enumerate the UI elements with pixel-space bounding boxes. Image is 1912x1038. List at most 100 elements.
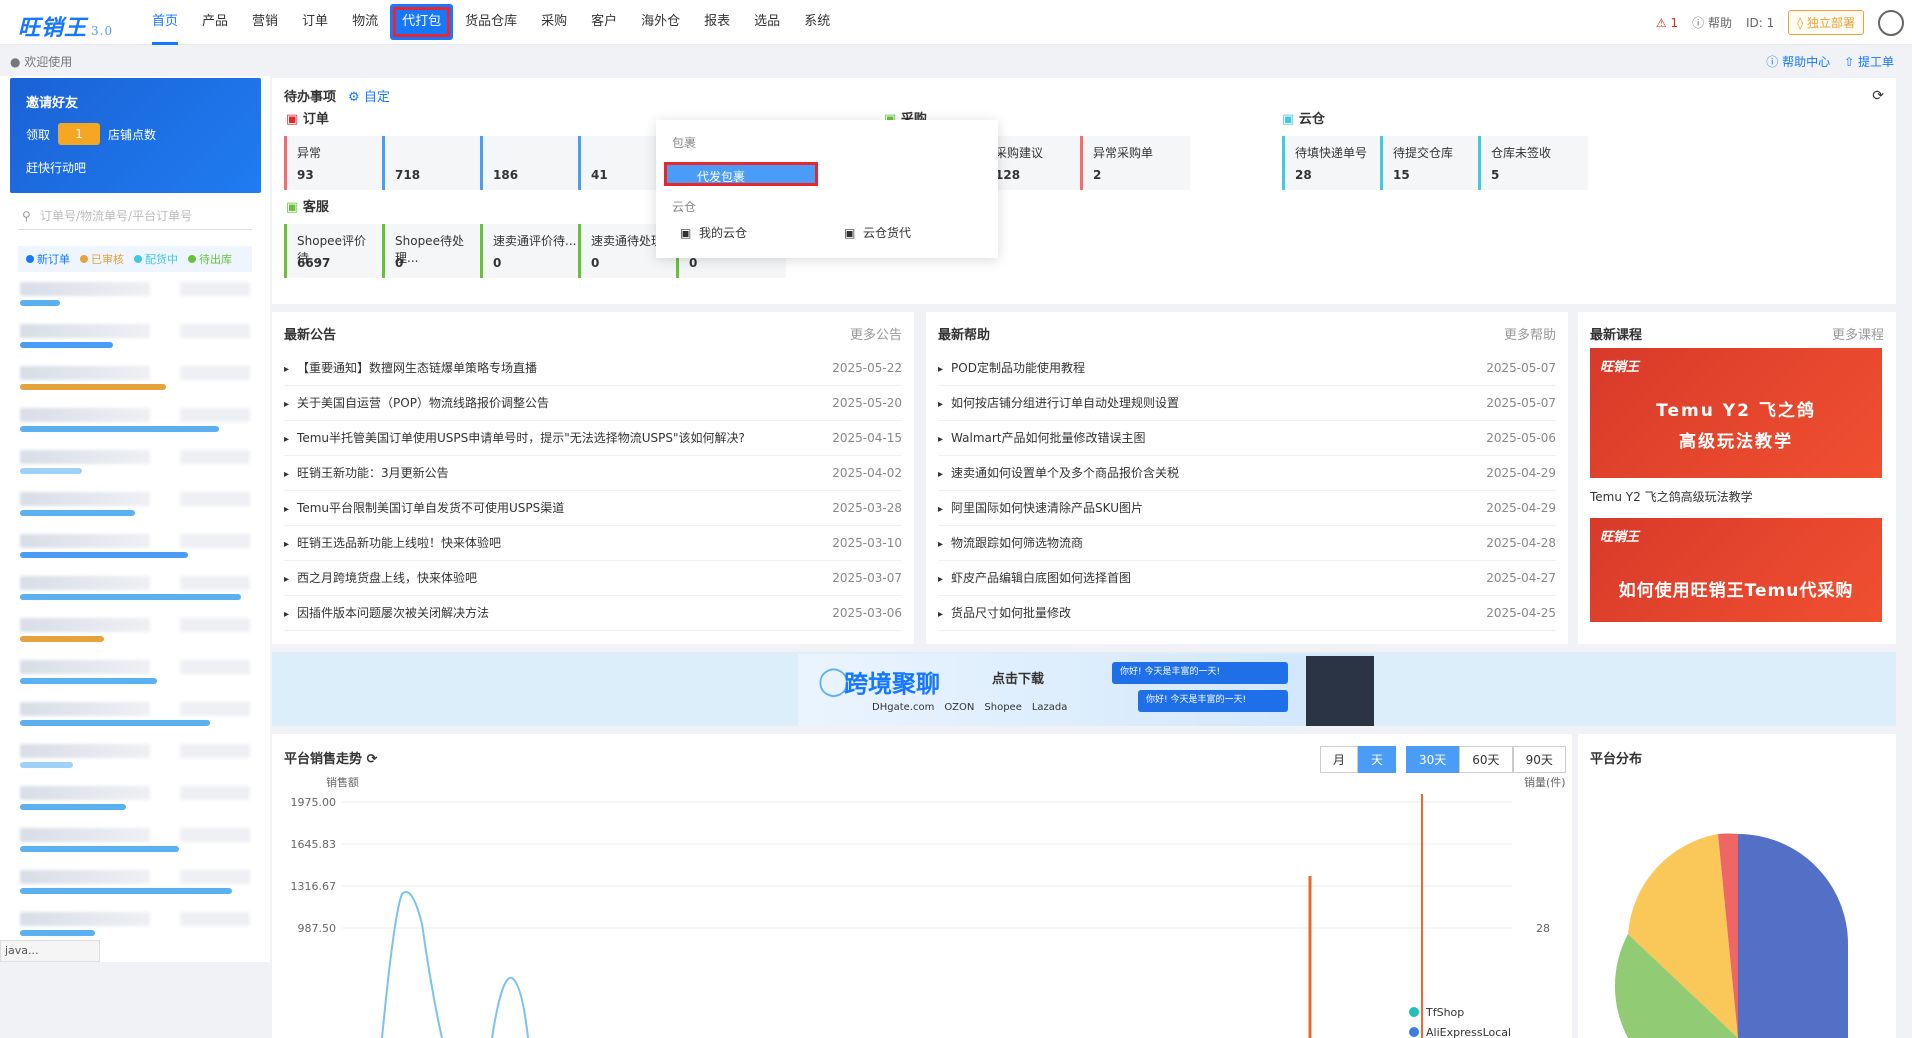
list-item[interactable]: 【重要通知】数擅网生态链爆单策略专场直播 2025-05-22 — [284, 351, 902, 386]
list-item[interactable]: 虾皮产品编辑白底图如何选择首图 2025-04-27 — [938, 561, 1556, 596]
course-thumb-2[interactable]: 旺销王 如何使用旺销王Temu代采购 — [1590, 518, 1882, 622]
list-item[interactable] — [20, 534, 250, 568]
course-1-caption[interactable]: Temu Y2 飞之鸽高级玩法教学 — [1590, 488, 1753, 505]
nav-item-6[interactable]: 货品仓库 — [453, 0, 529, 45]
todo-card-label: 异常采购单 — [1093, 146, 1154, 160]
list-item[interactable]: 如何按店铺分组进行订单自动处理规则设置 2025-05-07 — [938, 386, 1556, 421]
menu-item-my-cloud[interactable]: ▣ 我的云仓 — [680, 224, 747, 241]
list-item[interactable] — [20, 408, 250, 442]
nav-item-12[interactable]: 系统 — [792, 0, 842, 45]
nav-item-3[interactable]: 订单 — [290, 0, 340, 45]
legend-item-1: 已审核 — [80, 251, 124, 267]
refresh-icon[interactable]: ⟳ — [1872, 88, 1884, 104]
list-item[interactable] — [20, 660, 250, 694]
todo-card[interactable]: 速卖通评价待... 0 — [480, 224, 590, 278]
list-item[interactable]: 货品尺寸如何批量修改 2025-04-25 — [938, 596, 1556, 631]
todo-card[interactable]: 仓库未签收 5 — [1478, 136, 1588, 190]
logo[interactable]: 旺销王 3.0 — [18, 10, 113, 42]
todo-card[interactable]: 待填快递单号 28 — [1282, 136, 1392, 190]
list-item-title: 旺销王选品新功能上线啦！快来体验吧 — [284, 526, 501, 560]
todo-card[interactable]: 采购建议 128 — [982, 136, 1092, 190]
list-item[interactable] — [20, 786, 250, 820]
row-status-bar — [20, 804, 126, 810]
nav-item-5[interactable]: 代打包 — [390, 4, 454, 40]
nav-item-7[interactable]: 采购 — [529, 0, 579, 45]
list-item[interactable]: 旺销王选品新功能上线啦！快来体验吧 2025-03-10 — [284, 526, 902, 561]
list-item[interactable] — [20, 744, 250, 778]
list-item[interactable] — [20, 492, 250, 526]
todo-card[interactable]: Shopee评价待... 6697 — [284, 224, 394, 278]
invite-card[interactable]: 邀请好友 领取 1 店铺点数 赶快行动吧 — [10, 78, 261, 193]
more-courses-link[interactable]: 更多课程 — [1832, 324, 1884, 343]
order-icon: ▣ — [286, 112, 299, 127]
nav-item-0[interactable]: 首页 — [140, 0, 190, 45]
list-item[interactable] — [20, 324, 250, 358]
list-item[interactable]: 因插件版本问题屡次被关闭解决方法 2025-03-06 — [284, 596, 902, 631]
list-item[interactable] — [20, 576, 250, 610]
more-announcements-link[interactable]: 更多公告 — [850, 324, 902, 343]
row-text — [20, 576, 150, 590]
todo-card[interactable]: 异常采购单 2 — [1080, 136, 1190, 190]
list-item[interactable] — [20, 366, 250, 400]
list-item[interactable] — [20, 450, 250, 484]
nav-item-10[interactable]: 报表 — [692, 0, 742, 45]
legend-aliexpress[interactable]: AliExpressLocal — [1426, 1026, 1511, 1038]
help-center-link[interactable]: ⓘ 帮助中心 — [1766, 53, 1830, 70]
todo-card[interactable]: 718 — [382, 136, 492, 190]
row-text — [20, 702, 150, 716]
todo-card[interactable]: 待提交仓库 15 — [1380, 136, 1490, 190]
list-item[interactable]: 阿里国际如何快速清除产品SKU图片 2025-04-29 — [938, 491, 1556, 526]
course-2-line: 如何使用旺销王Temu代采购 — [1618, 581, 1854, 601]
list-item[interactable] — [20, 618, 250, 652]
nav-item-9[interactable]: 海外仓 — [629, 0, 692, 45]
todo-card-value: 15 — [1393, 168, 1410, 182]
order-search-input[interactable]: ⚲ 订单号/物流单号/平台订单号 — [18, 202, 252, 230]
row-text — [20, 324, 150, 338]
list-item[interactable] — [20, 828, 250, 862]
nav-item-8[interactable]: 客户 — [579, 0, 629, 45]
row-meta — [180, 786, 250, 800]
todo-custom-link[interactable]: ⚙ 自定 — [348, 86, 390, 105]
list-item-date: 2025-04-15 — [832, 431, 902, 445]
list-item[interactable]: Temu平台限制美国订单自发货不可使用USPS渠道 2025-03-28 — [284, 491, 902, 526]
row-text — [20, 744, 150, 758]
ytick-4: 987.50 — [298, 922, 337, 935]
ad-banner[interactable]: ◯ 跨境聚聊 点击下载 DHgate.com OZON Shopee Lazad… — [272, 652, 1896, 726]
menu-item-dropship-package[interactable]: 代发包裹 — [664, 162, 818, 186]
list-item[interactable] — [20, 282, 250, 316]
todo-card[interactable]: 异常 93 — [284, 136, 394, 190]
deploy-button[interactable]: ◊ 独立部署 — [1788, 10, 1864, 35]
nav-item-11[interactable]: 选品 — [742, 0, 792, 45]
list-item[interactable]: POD定制品功能使用教程 2025-05-07 — [938, 351, 1556, 386]
banner-logos: DHgate.com OZON Shopee Lazada — [872, 702, 1067, 713]
list-item[interactable]: 物流跟踪如何筛选物流商 2025-04-28 — [938, 526, 1556, 561]
course-thumb-1[interactable]: 旺销王 Temu Y2 飞之鸽 高级玩法教学 — [1590, 348, 1882, 478]
invite-go[interactable]: 赶快行动吧 — [26, 159, 245, 176]
list-item[interactable]: Walmart产品如何批量修改错误主图 2025-05-06 — [938, 421, 1556, 456]
list-item[interactable]: 旺销王新功能：3月更新公告 2025-04-02 — [284, 456, 902, 491]
row-meta — [180, 408, 250, 422]
nav-item-2[interactable]: 营销 — [240, 0, 290, 45]
list-item[interactable]: Temu半托管美国订单使用USPS申请单号时，提示"无法选择物流USPS"该如何… — [284, 421, 902, 456]
row-status-bar — [20, 636, 104, 642]
list-item[interactable] — [20, 702, 250, 736]
warning-indicator[interactable]: ⚠ 1 — [1656, 16, 1678, 30]
nav-item-4[interactable]: 物流 — [340, 0, 390, 45]
help-link[interactable]: ⓘ 帮助 — [1692, 14, 1732, 31]
banner-download[interactable]: 点击下载 — [992, 668, 1044, 687]
list-item[interactable]: 速卖通如何设置单个及多个商品报价含关税 2025-04-29 — [938, 456, 1556, 491]
todo-card[interactable]: 186 — [480, 136, 590, 190]
menu-item-cloud-forwarding[interactable]: ▣ 云仓货代 — [844, 224, 911, 241]
legend-tfshop[interactable]: TfShop — [1425, 1006, 1464, 1019]
more-help-link[interactable]: 更多帮助 — [1504, 324, 1556, 343]
list-item[interactable] — [20, 870, 250, 904]
list-item-date: 2025-04-29 — [1486, 501, 1556, 515]
package-dropdown: 包裹 代发包裹 云仓 ▣ 我的云仓 ▣ 云仓货代 — [656, 120, 998, 258]
legend-item-3: 待出库 — [188, 251, 232, 267]
ticket-link[interactable]: ⇧ 提工单 — [1844, 53, 1894, 70]
avatar[interactable] — [1878, 9, 1904, 36]
list-item[interactable]: 关于美国自运营（POP）物流线路报价调整公告 2025-05-20 — [284, 386, 902, 421]
todo-card[interactable]: Shopee待处理... 0 — [382, 224, 492, 278]
list-item[interactable]: 西之月跨境货盘上线，快来体验吧 2025-03-07 — [284, 561, 902, 596]
nav-item-1[interactable]: 产品 — [190, 0, 240, 45]
